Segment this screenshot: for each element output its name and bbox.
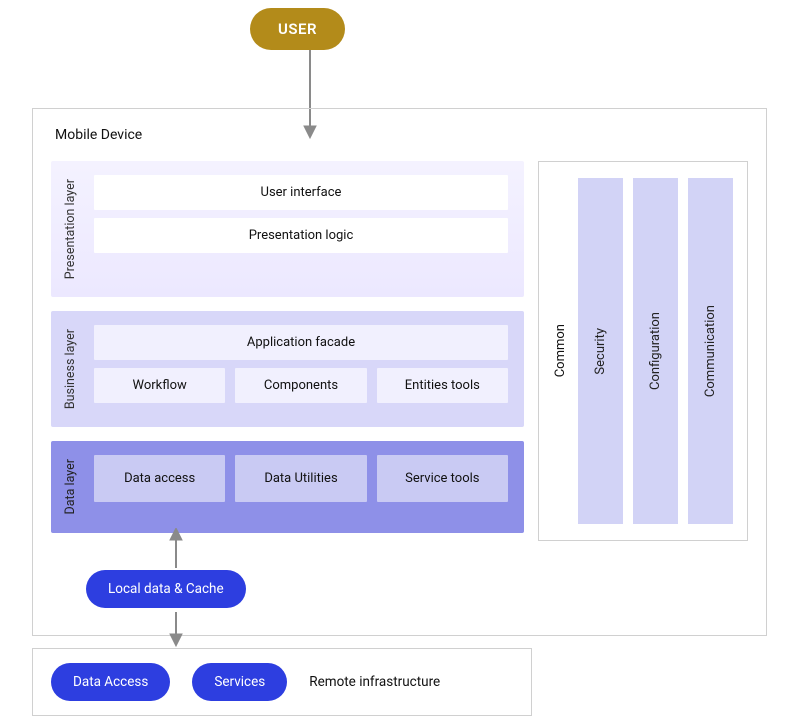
arrow-cache-to-data	[166, 528, 186, 570]
box-data-access: Data access	[94, 455, 225, 502]
box-components: Components	[235, 368, 366, 403]
remote-data-access-node: Data Access	[51, 663, 170, 701]
remote-infrastructure-container: Data Access Services Remote infrastructu…	[32, 648, 532, 716]
presentation-layer: Presentation layer User interface Presen…	[51, 161, 524, 297]
common-col-communication: Communication	[688, 178, 733, 524]
data-layer-label: Data layer	[61, 455, 80, 518]
box-entities-tools: Entities tools	[377, 368, 508, 403]
remote-infrastructure-label: Remote infrastructure	[309, 674, 440, 691]
box-data-utilities: Data Utilities	[235, 455, 366, 502]
box-application-facade: Application facade	[94, 325, 508, 360]
arrow-cache-to-remote	[166, 612, 186, 648]
common-col-security: Security	[578, 178, 623, 524]
common-col-configuration: Configuration	[633, 178, 678, 524]
presentation-layer-label: Presentation layer	[61, 175, 80, 283]
common-label: Common	[553, 320, 568, 381]
common-panel: Common Security Configuration Communicat…	[538, 161, 748, 541]
local-cache-node: Local data & Cache	[86, 570, 246, 608]
business-layer-label: Business layer	[61, 325, 80, 413]
business-layer: Business layer Application facade Workfl…	[51, 311, 524, 427]
mobile-device-container: Mobile Device Presentation layer User in…	[32, 108, 767, 636]
box-service-tools: Service tools	[377, 455, 508, 502]
mobile-device-title: Mobile Device	[55, 127, 748, 143]
box-workflow: Workflow	[94, 368, 225, 403]
box-presentation-logic: Presentation logic	[94, 218, 508, 253]
data-layer: Data layer Data access Data Utilities Se…	[51, 441, 524, 532]
user-node: USER	[250, 8, 345, 50]
remote-services-node: Services	[192, 663, 287, 701]
layers-stack: Presentation layer User interface Presen…	[51, 161, 524, 541]
box-user-interface: User interface	[94, 175, 508, 210]
